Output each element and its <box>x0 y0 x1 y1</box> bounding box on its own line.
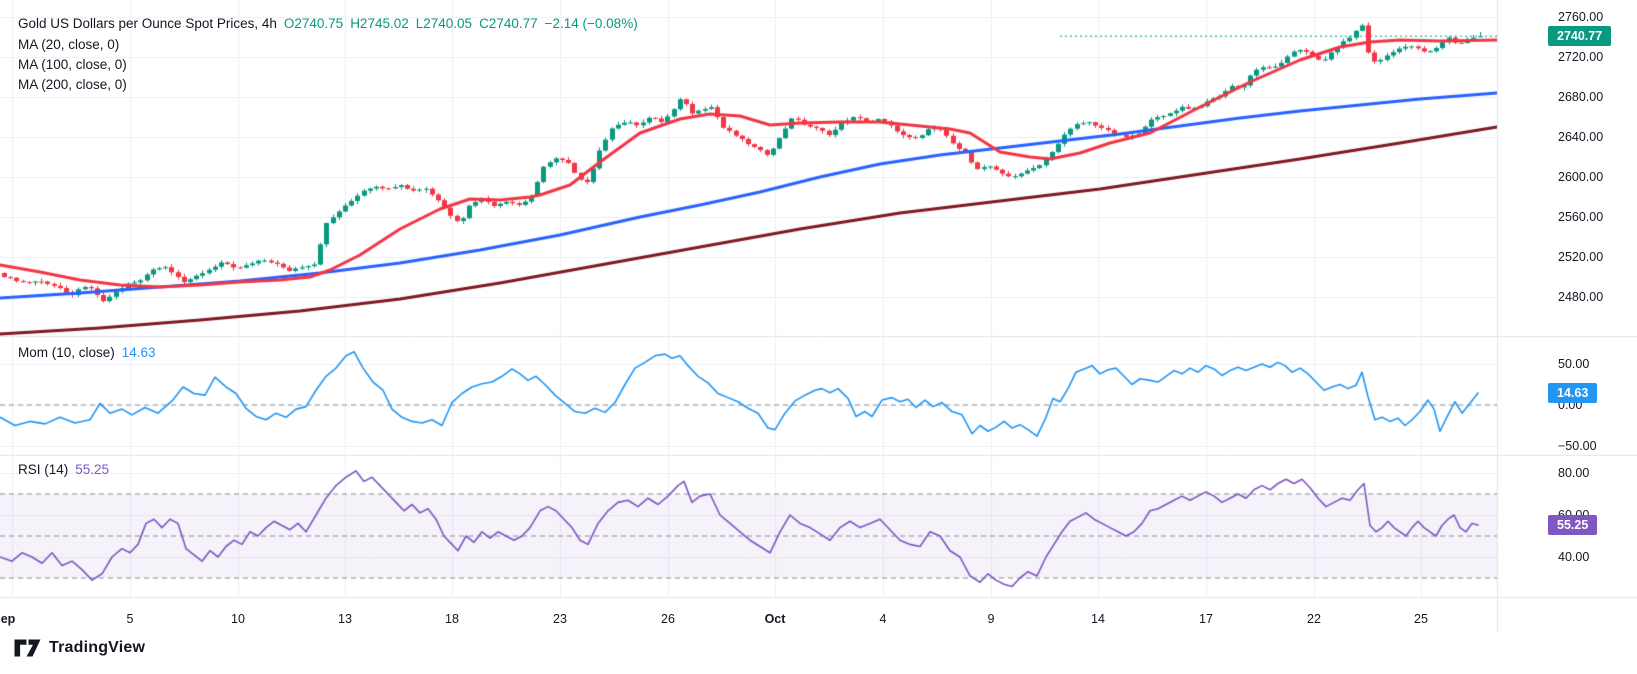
price-axis-label: 40.00 <box>1558 549 1589 565</box>
trading-chart-app: Gold US Dollars per Ounce Spot Prices, 4… <box>0 0 1637 674</box>
ma200-legend[interactable]: MA (200, close, 0) <box>18 77 127 93</box>
time-axis-label: 4 <box>880 611 887 627</box>
rsi-value-badge: 55.25 <box>1548 515 1597 535</box>
momentum-value-badge: 14.63 <box>1548 383 1597 403</box>
price-axis-label: 2720.00 <box>1558 49 1603 65</box>
price-axis-label: 50.00 <box>1558 356 1589 372</box>
price-axis-label: 2520.00 <box>1558 249 1603 265</box>
momentum-legend[interactable]: Mom (10, close) 14.63 <box>18 345 156 361</box>
price-axis-label: 2680.00 <box>1558 89 1603 105</box>
rsi-legend-name: RSI (14) <box>18 462 68 478</box>
ohlc-open: O2740.75 <box>284 16 343 32</box>
ohlc-high: H2745.02 <box>350 16 409 32</box>
rsi-legend-value: 55.25 <box>75 462 109 478</box>
momentum-legend-name: Mom (10, close) <box>18 345 115 361</box>
time-axis-label: Oct <box>765 611 786 627</box>
price-axis-label: 2480.00 <box>1558 289 1603 305</box>
time-axis-label: 5 <box>127 611 134 627</box>
ma20-legend[interactable]: MA (20, close, 0) <box>18 37 119 53</box>
time-axis-label: 9 <box>988 611 995 627</box>
price-axis-label: 2640.00 <box>1558 129 1603 145</box>
time-axis-label: 18 <box>445 611 459 627</box>
price-axis-label: −50.00 <box>1558 438 1597 454</box>
tradingview-logo-icon <box>14 638 41 658</box>
time-axis-label: 25 <box>1414 611 1428 627</box>
price-axis-label: 2760.00 <box>1558 9 1603 25</box>
momentum-legend-value: 14.63 <box>122 345 156 361</box>
time-axis-label: 14 <box>1091 611 1105 627</box>
rsi-legend[interactable]: RSI (14) 55.25 <box>18 462 109 478</box>
ma100-legend[interactable]: MA (100, close, 0) <box>18 57 127 73</box>
ohlc-close: C2740.77 <box>479 16 538 32</box>
time-axis-label: ep <box>1 611 16 627</box>
time-axis-label: 10 <box>231 611 245 627</box>
price-change: −2.14 (−0.08%) <box>545 16 638 32</box>
tradingview-logo-text: TradingView <box>49 639 145 657</box>
price-axis-label: 2600.00 <box>1558 169 1603 185</box>
price-axis-label: 80.00 <box>1558 465 1589 481</box>
time-axis-label: 22 <box>1307 611 1321 627</box>
last-price-badge: 2740.77 <box>1548 26 1611 46</box>
ohlc-low: L2740.05 <box>416 16 472 32</box>
time-axis-label: 13 <box>338 611 352 627</box>
time-axis-label: 26 <box>661 611 675 627</box>
price-axis-label: 2560.00 <box>1558 209 1603 225</box>
symbol-legend[interactable]: Gold US Dollars per Ounce Spot Prices, 4… <box>18 16 638 32</box>
tradingview-logo[interactable]: TradingView <box>14 638 145 658</box>
time-axis-label: 23 <box>553 611 567 627</box>
symbol-title[interactable]: Gold US Dollars per Ounce Spot Prices, 4… <box>18 16 277 32</box>
time-axis-label: 17 <box>1199 611 1213 627</box>
chart-canvas[interactable] <box>0 0 1637 674</box>
